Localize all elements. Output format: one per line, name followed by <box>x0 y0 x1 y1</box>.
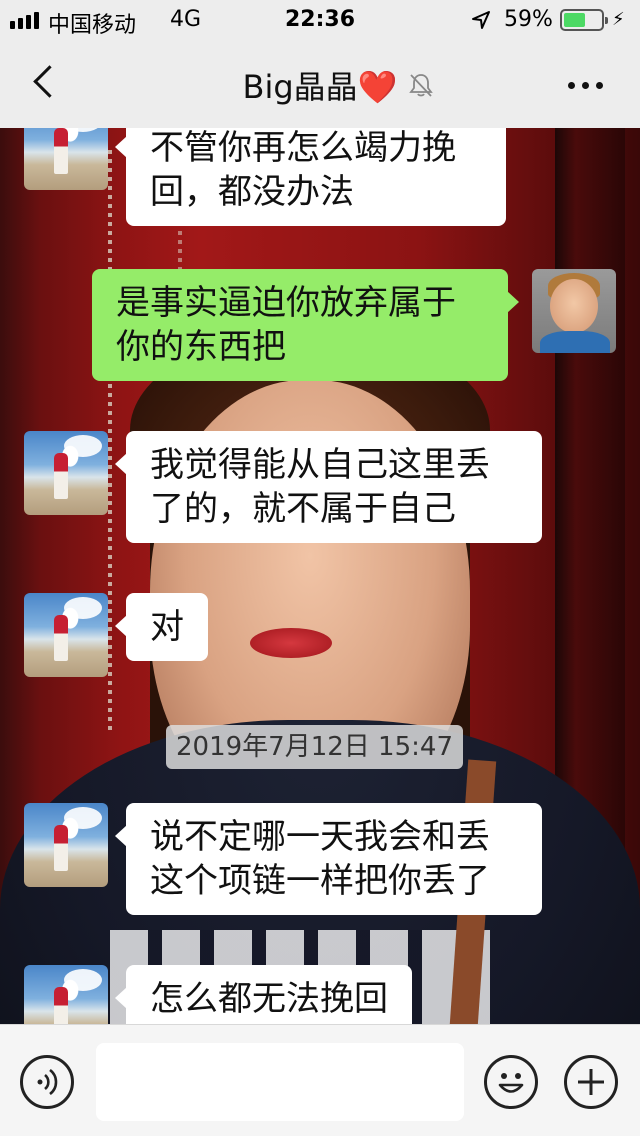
message-bubble-received[interactable]: 不管你再怎么竭力挽回，都没办法 <box>115 128 506 226</box>
contact-avatar[interactable] <box>24 431 108 515</box>
message-timestamp: 2019年7月12日 15:47 <box>166 725 463 769</box>
plus-icon <box>578 1069 604 1095</box>
heart-icon: ❤️ <box>357 68 398 106</box>
emoji-button[interactable] <box>484 1055 538 1109</box>
emoji-icon <box>498 1073 524 1093</box>
message-bubble-sent[interactable]: 是事实逼迫你放弃属于你的东西把 <box>92 269 519 381</box>
contact-avatar[interactable] <box>24 965 108 1024</box>
chat-title-text: Big晶晶 <box>242 68 358 106</box>
battery-percent: 59% <box>504 7 553 32</box>
message-bubble-received[interactable]: 对 <box>115 593 208 661</box>
plus-button[interactable] <box>564 1055 618 1109</box>
contact-avatar[interactable] <box>24 128 108 190</box>
charging-bolt-icon: ⚡ <box>612 9 625 30</box>
voice-button[interactable] <box>20 1055 74 1109</box>
message-list[interactable]: 不管你再怎么竭力挽回，都没办法 是事实逼迫你放弃属于你的东西把 我觉得能从自己这… <box>0 128 640 1024</box>
battery-icon <box>560 9 608 31</box>
location-arrow-icon <box>472 11 490 29</box>
mute-bell-icon <box>409 74 433 97</box>
chat-header: Big晶晶❤️ <box>0 40 640 128</box>
message-bubble-received[interactable]: 说不定哪一天我会和丢这个项链一样把你丢了 <box>115 803 542 915</box>
more-options-button[interactable] <box>560 70 610 100</box>
status-bar: 中国移动 4G 22:36 59% ⚡ <box>0 0 640 40</box>
contact-avatar[interactable] <box>24 593 108 677</box>
message-input[interactable] <box>96 1043 464 1121</box>
battery-fill <box>564 13 586 27</box>
input-bar <box>0 1024 640 1136</box>
message-bubble-received[interactable]: 我觉得能从自己这里丢了的，就不属于自己 <box>115 431 542 543</box>
contact-avatar[interactable] <box>24 803 108 887</box>
my-avatar[interactable] <box>532 269 616 353</box>
voice-icon <box>37 1068 58 1096</box>
message-bubble-received[interactable]: 怎么都无法挽回 <box>115 965 412 1024</box>
more-dots-icon <box>567 81 575 89</box>
chat-title: Big晶晶❤️ <box>0 62 640 108</box>
